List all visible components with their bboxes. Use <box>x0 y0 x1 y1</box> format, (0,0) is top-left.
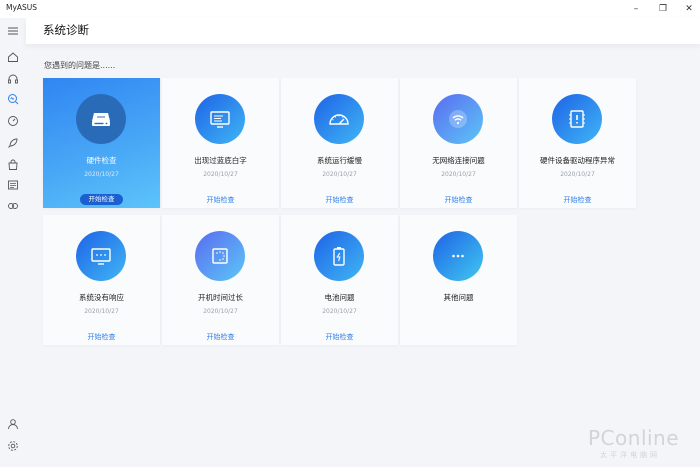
watermark-logo: PConline <box>588 426 680 450</box>
card-date: 2020/10/27 <box>203 308 238 315</box>
card-system-slow[interactable]: 系统运行缓慢 2020/10/27 开始检查 <box>281 78 398 208</box>
card-date: 2020/10/27 <box>84 308 119 315</box>
card-date: 2020/10/27 <box>203 171 238 178</box>
link-icon[interactable] <box>5 198 21 214</box>
card-title: 出现过蓝底白字 <box>194 156 247 165</box>
minimize-button[interactable]: – <box>625 0 647 18</box>
start-check-button[interactable]: 开始检查 <box>281 195 398 205</box>
card-title: 无网络连接问题 <box>432 156 485 165</box>
card-title: 硬件检查 <box>86 156 117 165</box>
start-check-button[interactable]: 开始检查 <box>400 195 517 205</box>
card-no-response[interactable]: 系统没有响应 2020/10/27 开始检查 <box>43 215 160 345</box>
card-title: 系统没有响应 <box>79 293 124 302</box>
menu-icon[interactable] <box>5 23 21 39</box>
card-battery[interactable]: 电池问题 2020/10/27 开始检查 <box>281 215 398 345</box>
diagnosis-icon[interactable] <box>5 91 21 107</box>
card-title: 其他问题 <box>443 293 474 302</box>
wifi-icon <box>433 94 483 144</box>
home-icon[interactable] <box>5 49 21 65</box>
card-date: 2020/10/27 <box>322 308 357 315</box>
blue-screen-icon <box>195 94 245 144</box>
driver-icon <box>552 94 602 144</box>
card-title: 硬件设备驱动程序异常 <box>540 156 615 165</box>
card-blue-screen[interactable]: 出现过蓝底白字 2020/10/27 开始检查 <box>162 78 279 208</box>
gauge-icon <box>314 94 364 144</box>
card-title: 开机时间过长 <box>198 293 243 302</box>
card-hardware-check[interactable]: 硬件检查 2020/10/27 开始检查 <box>43 78 160 208</box>
news-icon[interactable] <box>5 177 21 193</box>
shopping-bag-icon[interactable] <box>5 157 21 173</box>
card-date: 2020/10/27 <box>84 171 119 178</box>
card-date: 2020/10/27 <box>441 171 476 178</box>
card-title: 电池问题 <box>324 293 355 302</box>
start-check-button[interactable]: 开始检查 <box>281 332 398 342</box>
start-check-button[interactable]: 开始检查 <box>162 332 279 342</box>
card-driver-error[interactable]: 硬件设备驱动程序异常 2020/10/27 开始检查 <box>519 78 636 208</box>
gear-icon[interactable] <box>5 438 21 454</box>
title-bar: MyASUS – ❐ ✕ <box>0 0 700 18</box>
start-check-button[interactable]: 开始检查 <box>43 332 160 342</box>
page-title: 系统诊断 <box>43 23 89 37</box>
more-icon <box>433 231 483 281</box>
card-date: 2020/10/27 <box>322 171 357 178</box>
sidebar <box>0 18 26 467</box>
start-check-button[interactable]: 开始检查 <box>162 195 279 205</box>
start-check-button[interactable]: 开始检查 <box>80 194 123 205</box>
app-title: MyASUS <box>6 3 38 12</box>
headset-icon[interactable] <box>5 71 21 87</box>
section-label: 您遇到的问题是...... <box>44 61 116 70</box>
watermark-subtext: 太平洋电脑网 <box>600 451 660 459</box>
card-no-network[interactable]: 无网络连接问题 2020/10/27 开始检查 <box>400 78 517 208</box>
rocket-icon[interactable] <box>5 135 21 151</box>
card-long-boot[interactable]: 开机时间过长 2020/10/27 开始检查 <box>162 215 279 345</box>
card-date: 2020/10/27 <box>560 171 595 178</box>
user-icon[interactable] <box>5 416 21 432</box>
close-button[interactable]: ✕ <box>678 0 700 18</box>
no-response-icon <box>76 231 126 281</box>
start-check-button[interactable]: 开始检查 <box>519 195 636 205</box>
card-title: 系统运行缓慢 <box>317 156 362 165</box>
speedometer-icon[interactable] <box>5 113 21 129</box>
card-other-issues[interactable]: 其他问题 <box>400 215 517 345</box>
page-header: 系统诊断 <box>26 18 700 44</box>
hardware-icon <box>76 94 126 144</box>
boot-time-icon <box>195 231 245 281</box>
battery-icon <box>314 231 364 281</box>
maximize-button[interactable]: ❐ <box>652 0 674 18</box>
